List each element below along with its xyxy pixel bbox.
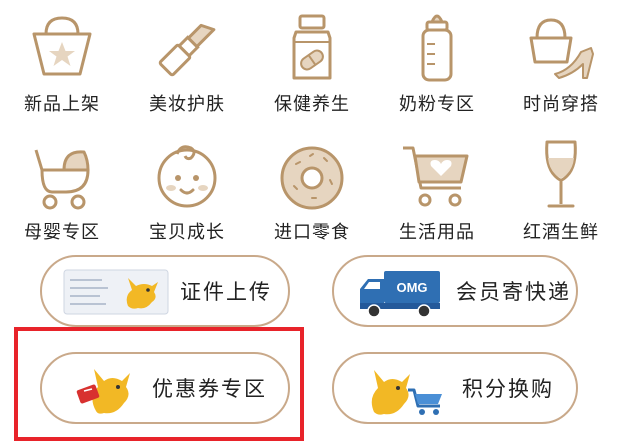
category-fashion[interactable]: 时尚穿搭 [499,8,623,116]
lipstick-icon [158,23,216,77]
category-label: 宝贝成长 [149,222,225,243]
category-label: 红酒生鲜 [523,222,599,243]
truck-brand-text: OMG [396,280,427,295]
shopping-cart-heart-icon [403,146,469,207]
wine-glass-icon [545,140,577,208]
highlight-box [14,327,304,441]
stroller-icon [34,149,90,210]
id-card-kangaroo-icon [63,269,169,315]
handbag-heel-icon [529,18,594,79]
baby-face-icon [157,145,217,208]
category-baby-growth[interactable]: 宝贝成长 [125,136,249,244]
baby-bottle-icon [421,14,453,82]
category-label: 奶粉专区 [399,94,475,115]
category-label: 生活用品 [399,222,475,243]
category-imported-snacks[interactable]: 进口零食 [250,136,374,244]
category-label: 时尚穿搭 [523,94,599,115]
category-new-arrivals[interactable]: 新品上架 [0,8,124,116]
category-label: 进口零食 [274,222,350,243]
category-health[interactable]: 保健养生 [250,8,374,116]
category-mother-baby[interactable]: 母婴专区 [0,136,124,244]
delivery-truck-icon: OMG [360,271,440,318]
id-upload-button[interactable]: 证件上传 [40,255,290,327]
member-express-button[interactable]: OMG 会员寄快递 [332,255,578,327]
donut-icon [280,146,344,210]
category-label: 美妆护肤 [149,94,225,115]
category-wine-fresh[interactable]: 红酒生鲜 [499,136,623,244]
points-exchange-label: 积分换购 [462,377,554,401]
points-exchange-button[interactable]: 积分换购 [332,352,578,424]
category-label: 母婴专区 [24,222,100,243]
shopping-bag-star-icon [32,16,92,76]
pill-bottle-icon [292,14,332,80]
category-label: 新品上架 [24,94,100,115]
category-daily-goods[interactable]: 生活用品 [375,136,499,244]
category-formula[interactable]: 奶粉专区 [375,8,499,116]
member-express-label: 会员寄快递 [456,280,571,304]
category-beauty-skincare[interactable]: 美妆护肤 [125,8,249,116]
kangaroo-cart-icon [371,370,442,415]
id-upload-label: 证件上传 [180,280,272,304]
category-label: 保健养生 [274,94,350,115]
